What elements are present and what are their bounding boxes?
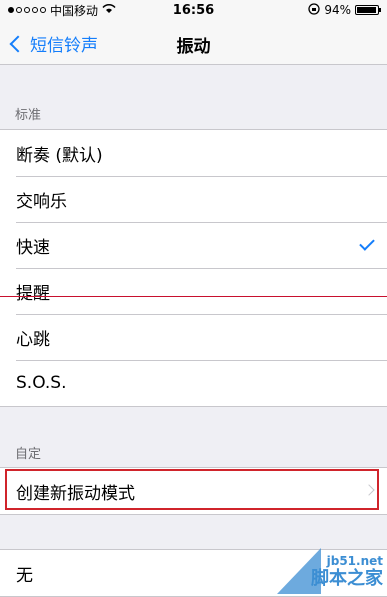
page-title: 振动: [176, 37, 211, 57]
item-label: 无: [16, 565, 33, 586]
carrier-name: 中国移动: [50, 3, 99, 18]
list-item-alert[interactable]: 提醒: [0, 268, 387, 314]
annotation-line: [0, 296, 387, 297]
list-item-symphony[interactable]: 交响乐: [0, 176, 387, 222]
list-item-rapid[interactable]: 快速: [0, 222, 387, 268]
item-label: 断奏 (默认): [16, 145, 103, 166]
rotation-lock-icon: [308, 2, 320, 18]
item-label: 心跳: [16, 329, 50, 350]
create-vibration-button[interactable]: 创建新振动模式: [0, 468, 387, 514]
item-label: 提醒: [16, 283, 50, 304]
clock: 16:56: [172, 2, 215, 18]
checkmark-icon: [359, 235, 375, 251]
item-label: 快速: [16, 237, 50, 258]
battery-percent: 94%: [324, 3, 351, 17]
chevron-right-icon: [363, 484, 375, 496]
item-label: S.O.S.: [16, 373, 67, 393]
signal-dots-icon: [8, 7, 46, 13]
section-header-custom: 自定: [15, 447, 42, 462]
watermark: jb51.net 脚本之家: [277, 548, 387, 594]
wifi-icon: [102, 3, 116, 17]
list-item-heartbeat[interactable]: 心跳: [0, 314, 387, 360]
battery-icon: [355, 5, 381, 15]
watermark-name: 脚本之家: [311, 568, 383, 589]
section-header-standard: 标准: [15, 108, 42, 123]
list-item-staccato[interactable]: 断奏 (默认): [0, 130, 387, 176]
item-label: 交响乐: [16, 191, 67, 212]
item-label: 创建新振动模式: [16, 483, 135, 504]
list-item-sos[interactable]: S.O.S.: [0, 360, 387, 406]
status-bar: 中国移动 16:56 94%: [0, 0, 387, 20]
status-left: 中国移动: [8, 2, 116, 19]
status-right: 94%: [308, 2, 381, 18]
nav-bar: 短信铃声 振动: [0, 20, 387, 65]
standard-list: 断奏 (默认) 交响乐 快速 提醒 心跳 S.O.S.: [0, 129, 387, 407]
custom-list: 创建新振动模式: [0, 467, 387, 515]
